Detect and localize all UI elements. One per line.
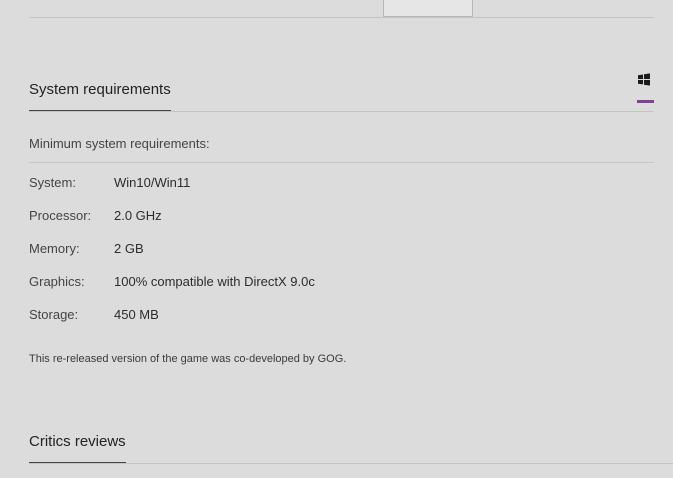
divider: [29, 463, 673, 464]
section-header: System requirements: [29, 73, 654, 117]
requirement-value: 450 MB: [114, 307, 159, 322]
divider: [29, 162, 654, 163]
section-header: Critics reviews: [29, 433, 673, 469]
co-developed-note: This re-released version of the game was…: [29, 353, 347, 365]
previous-section-tab[interactable]: [383, 0, 473, 17]
requirement-value: 2 GB: [114, 241, 144, 256]
system-requirements-section: System requirements Minimum system requi…: [29, 73, 654, 381]
requirement-key: Memory:: [29, 241, 80, 256]
requirement-value: 2.0 GHz: [114, 208, 162, 223]
requirement-key: System:: [29, 175, 76, 190]
requirement-key: Storage:: [29, 307, 79, 322]
section-title: System requirements: [29, 81, 171, 111]
requirement-value: Win10/Win11: [114, 175, 191, 190]
divider: [29, 17, 654, 18]
critics-reviews-section: Critics reviews: [29, 433, 673, 469]
requirement-key: Graphics:: [29, 274, 85, 289]
requirement-value: 100% compatible with DirectX 9.0c: [114, 274, 315, 289]
os-tab-windows[interactable]: [636, 73, 654, 111]
section-title: Critics reviews: [29, 433, 126, 463]
windows-icon: [638, 73, 650, 86]
minimum-requirements-label: Minimum system requirements:: [29, 136, 210, 151]
divider: [29, 111, 654, 112]
active-tab-indicator: [637, 100, 654, 103]
requirement-key: Processor:: [29, 208, 92, 223]
